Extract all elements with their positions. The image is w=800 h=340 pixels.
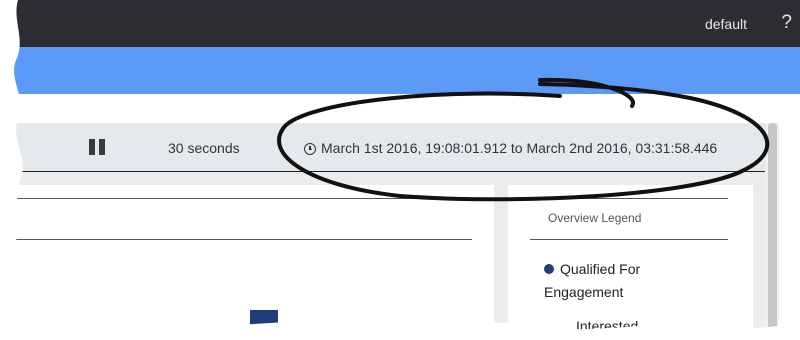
pause-icon[interactable] <box>89 139 106 155</box>
legend-divider <box>530 198 728 199</box>
panel-divider <box>0 198 472 199</box>
legend-dot-icon <box>544 264 554 274</box>
app-screen: default ? 30 seconds March 1st 2016, 19:… <box>0 0 800 340</box>
legend-item[interactable]: Qualified For Engagement <box>544 258 714 304</box>
time-range-label: March 1st 2016, 19:08:01.912 to March 2n… <box>321 140 718 156</box>
legend-item-label: Qualified For Engagement <box>544 261 641 300</box>
panel-divider <box>0 239 472 240</box>
torn-edge-bottom <box>0 318 800 340</box>
accent-bar <box>0 47 800 94</box>
legend-title: Overview Legend <box>548 211 642 225</box>
time-range-picker[interactable]: March 1st 2016, 19:08:01.912 to March 2n… <box>304 140 717 156</box>
refresh-interval[interactable]: 30 seconds <box>168 140 240 156</box>
legend-divider <box>530 239 728 240</box>
clock-icon <box>304 143 316 155</box>
question-mark-icon[interactable]: ? <box>781 12 792 34</box>
time-toolbar: 30 seconds March 1st 2016, 19:08:01.912 … <box>0 123 765 172</box>
user-menu[interactable]: default <box>705 16 747 32</box>
top-navbar: default ? <box>0 0 800 47</box>
torn-edge-left <box>0 0 23 320</box>
